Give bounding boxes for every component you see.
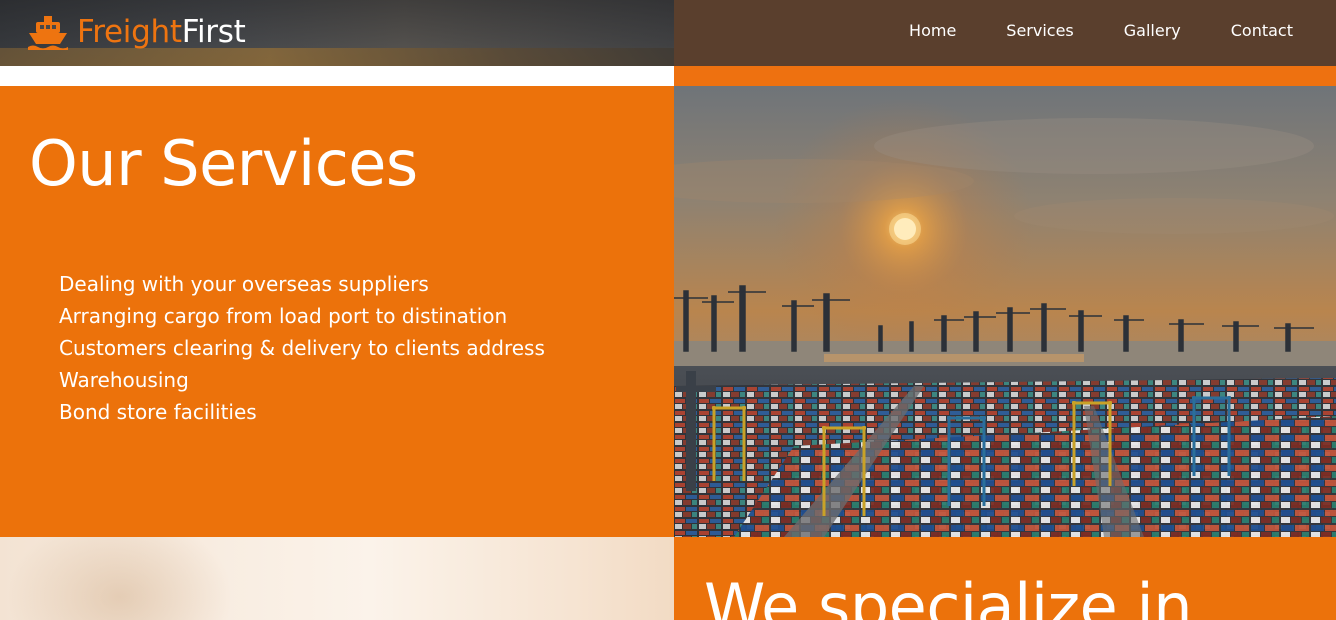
- port-photo-illustration: [674, 86, 1336, 537]
- services-panel: Our Services Dealing with your overseas …: [0, 86, 674, 537]
- brand-name-part1: Freight: [77, 14, 182, 50]
- site-header: FreightFirst Home Services Gallery Conta…: [0, 0, 1336, 66]
- service-item: Dealing with your overseas suppliers: [59, 272, 429, 296]
- brand-name-part2: First: [181, 14, 246, 50]
- nav-contact[interactable]: Contact: [1231, 18, 1293, 44]
- services-list: Dealing with your overseas suppliers Arr…: [59, 268, 545, 428]
- main-nav: Home Services Gallery Contact: [909, 18, 1293, 44]
- orange-accent-strip: [674, 66, 1336, 86]
- port-sunset-photo: [674, 86, 1336, 537]
- site-logo[interactable]: FreightFirst: [27, 12, 246, 52]
- nav-gallery[interactable]: Gallery: [1124, 18, 1181, 44]
- nav-services[interactable]: Services: [1006, 18, 1073, 44]
- service-item: Customers clearing & delivery to clients…: [59, 336, 545, 360]
- ship-icon: [28, 16, 68, 50]
- specialize-panel: We specialize in: [674, 537, 1336, 620]
- service-item: Bond store facilities: [59, 400, 257, 424]
- faded-background-image: [0, 537, 674, 620]
- nav-home[interactable]: Home: [909, 18, 956, 44]
- services-title: Our Services: [29, 127, 418, 200]
- page: FreightFirst Home Services Gallery Conta…: [0, 0, 1336, 620]
- service-item: Warehousing: [59, 368, 189, 392]
- specialize-title: We specialize in: [704, 570, 1193, 620]
- brand-name: FreightFirst: [77, 12, 246, 52]
- service-item: Arranging cargo from load port to distin…: [59, 304, 508, 328]
